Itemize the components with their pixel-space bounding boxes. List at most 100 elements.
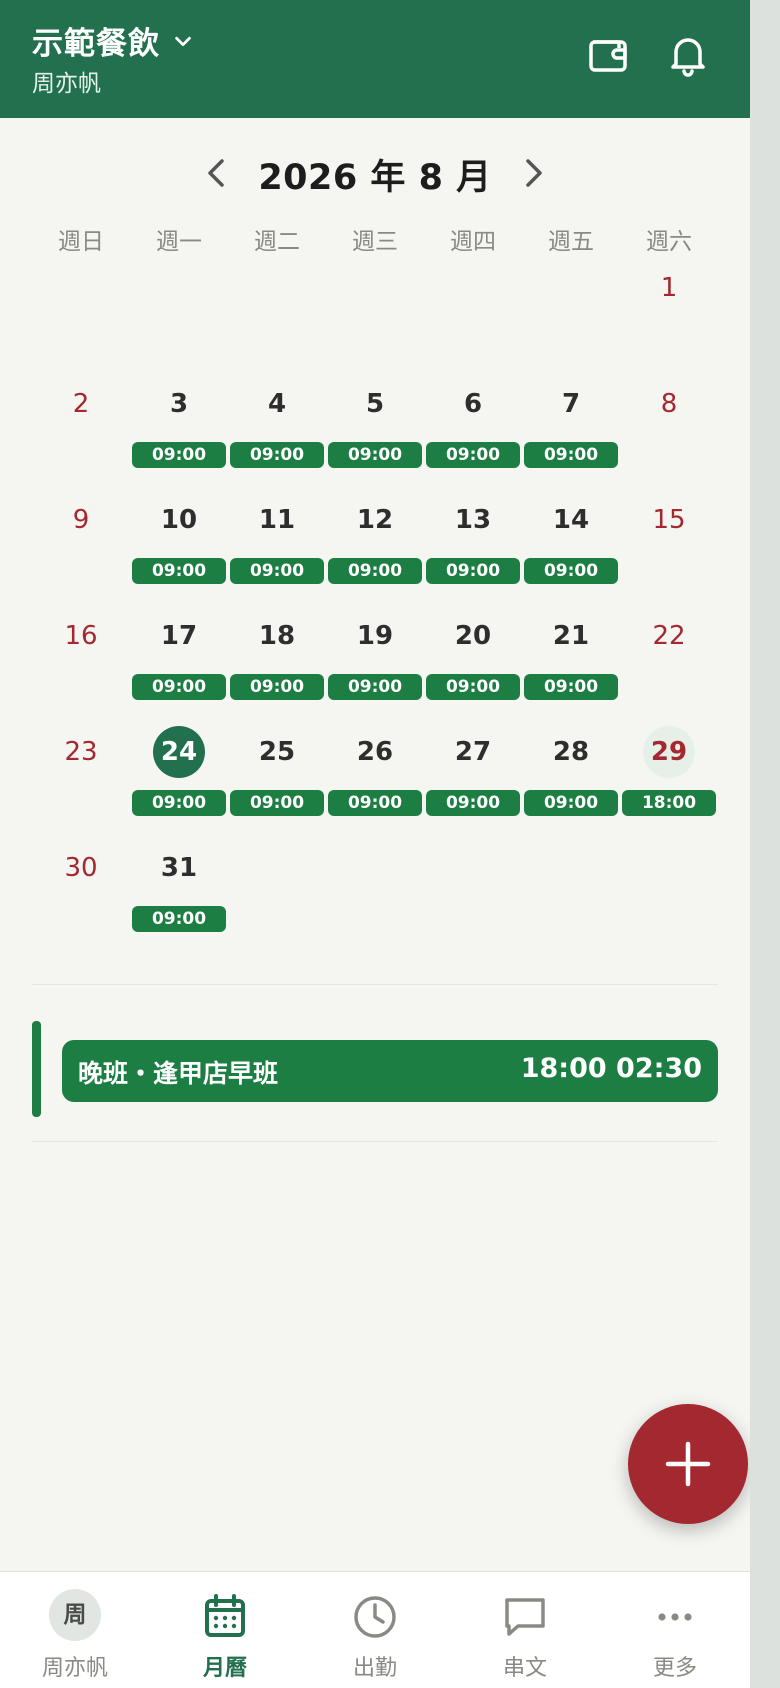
day-number: 14 [552,505,590,535]
shift-chip[interactable]: 09:00 [132,442,226,468]
calendar-day[interactable]: 28 09:00 [522,714,620,830]
month-navigation: 2026 年 8 月 [0,143,750,203]
calendar-day[interactable]: 5 09:00 [326,366,424,482]
day-number: 20 [454,621,492,651]
calendar-day[interactable]: 12 09:00 [326,482,424,598]
nav-label: 更多 [652,1656,697,1681]
calendar-day[interactable]: 8 [620,366,718,482]
calendar-day[interactable]: 30 [32,830,130,946]
calendar-day[interactable]: 25 09:00 [228,714,326,830]
calendar-day[interactable]: 21 09:00 [522,598,620,714]
calendar-empty-cell [326,830,424,946]
calendar-day[interactable]: 26 09:00 [326,714,424,830]
shift-card[interactable]: 晚班・逢甲店早班 18:00 02:30 [62,1040,718,1102]
wallet-icon[interactable] [585,30,633,78]
nav-item-calendar[interactable]: 月曆 [150,1572,300,1688]
shift-chip[interactable]: 09:00 [328,674,422,700]
day-number: 23 [64,737,98,767]
calendar-week: 2 3 09:00 4 09:00 5 09:00 6 09:00 7 09:00 8 [32,366,718,482]
shift-chip[interactable]: 09:00 [524,558,618,584]
add-button[interactable] [628,1404,748,1524]
nav-item-more[interactable]: 更多 [600,1572,750,1688]
calendar-empty-cell [130,250,228,366]
shift-chip[interactable]: 09:00 [132,674,226,700]
more-icon [658,1613,692,1621]
chevron-down-icon [175,36,191,46]
day-number: 12 [356,505,394,535]
shift-chip[interactable]: 09:00 [426,558,520,584]
nav-item-attendance[interactable]: 出勤 [300,1572,450,1688]
shift-chip[interactable]: 09:00 [524,790,618,816]
day-number: 19 [356,621,394,651]
shift-chip[interactable]: 09:00 [328,558,422,584]
day-number: 5 [365,389,385,419]
day-number: 3 [169,389,189,419]
calendar-day[interactable]: 19 09:00 [326,598,424,714]
calendar-day[interactable]: 10 09:00 [130,482,228,598]
user-name: 周亦帆 [32,71,101,97]
shift-chip[interactable]: 09:00 [230,442,324,468]
calendar-day[interactable]: 31 09:00 [130,830,228,946]
shift-chip[interactable]: 09:00 [426,790,520,816]
day-number: 27 [454,737,492,767]
day-number: 4 [267,389,287,419]
shift-chip[interactable]: 09:00 [524,442,618,468]
day-number: 18 [258,621,296,651]
day-number: 26 [356,737,394,767]
org-switcher[interactable]: 示範餐飲 [32,18,194,63]
divider [32,1141,718,1142]
day-number: 13 [454,505,492,535]
calendar-day[interactable]: 3 09:00 [130,366,228,482]
nav-item-threads[interactable]: 串文 [450,1572,600,1688]
day-number: 16 [64,621,98,651]
shift-chip[interactable]: 09:00 [230,558,324,584]
shift-chip[interactable]: 09:00 [230,674,324,700]
calendar-day[interactable]: 18 09:00 [228,598,326,714]
plus-icon [665,1441,711,1487]
shift-chip[interactable]: 09:00 [230,790,324,816]
nav-label: 周亦帆 [41,1656,108,1681]
avatar: 周 [49,1589,101,1641]
shift-chip[interactable]: 18:00 [622,790,716,816]
calendar-empty-cell [424,250,522,366]
calendar-week: 23 24 09:00 25 09:00 26 09:00 27 09:00 28 09:00 29 1… [32,714,718,830]
shift-chip[interactable]: 09:00 [426,442,520,468]
shift-chip[interactable]: 09:00 [132,558,226,584]
calendar-day[interactable]: 9 [32,482,130,598]
calendar-day[interactable]: 22 [620,598,718,714]
calendar-day[interactable]: 11 09:00 [228,482,326,598]
bell-icon[interactable] [664,30,712,78]
calendar-day[interactable]: 23 [32,714,130,830]
shift-chip[interactable]: 09:00 [132,790,226,816]
org-name: 示範餐飲 [32,26,160,62]
calendar-week: 1 [32,250,718,366]
calendar-day[interactable]: 4 09:00 [228,366,326,482]
shift-time: 18:00 02:30 [520,1053,702,1084]
app-screen: 示範餐飲 周亦帆 2026 年 8 月 週日 週一 週二 週三 週四 週五 週六… [0,0,750,1688]
shift-chip[interactable]: 09:00 [328,442,422,468]
nav-item-profile[interactable]: 周 周亦帆 [0,1572,150,1688]
day-number: 31 [160,853,198,883]
calendar-day[interactable]: 17 09:00 [130,598,228,714]
calendar-day[interactable]: 13 09:00 [424,482,522,598]
calendar-day[interactable]: 7 09:00 [522,366,620,482]
calendar-empty-cell [522,250,620,366]
calendar-day[interactable]: 16 [32,598,130,714]
bottom-navigation: 周 周亦帆 月曆 出勤 串文 更多 [0,1571,750,1688]
calendar-day[interactable]: 29 18:00 [620,714,718,830]
chevron-left-icon[interactable] [198,153,238,193]
calendar-day[interactable]: 15 [620,482,718,598]
calendar-day[interactable]: 27 09:00 [424,714,522,830]
chevron-right-icon[interactable] [512,153,552,193]
shift-chip[interactable]: 09:00 [132,906,226,932]
calendar-day[interactable]: 14 09:00 [522,482,620,598]
calendar-day[interactable]: 2 [32,366,130,482]
shift-chip[interactable]: 09:00 [426,674,520,700]
calendar-day[interactable]: 6 09:00 [424,366,522,482]
calendar-day[interactable]: 20 09:00 [424,598,522,714]
day-number: 22 [652,621,686,651]
shift-chip[interactable]: 09:00 [328,790,422,816]
calendar-day[interactable]: 1 [620,250,718,366]
calendar-day[interactable]: 24 09:00 [130,714,228,830]
shift-chip[interactable]: 09:00 [524,674,618,700]
